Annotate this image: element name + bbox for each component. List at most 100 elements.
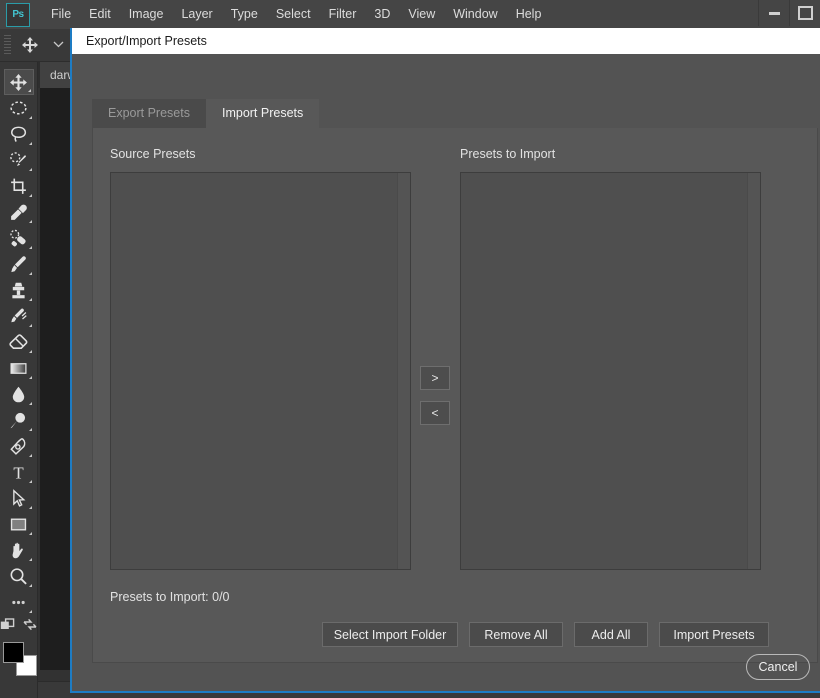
select-import-folder-label: Select Import Folder (333, 627, 447, 642)
menu-item-image[interactable]: Image (120, 0, 173, 29)
select-import-folder-button[interactable]: Select Import Folder (322, 622, 458, 647)
maximize-button[interactable] (789, 0, 820, 26)
presets-to-import-scrollbar[interactable] (747, 173, 760, 569)
menu-item-select[interactable]: Select (267, 0, 320, 29)
tool-corner-icon (28, 480, 32, 483)
dodge-tool[interactable] (4, 407, 34, 433)
presets-to-import-label: Presets to Import (460, 147, 556, 161)
tool-corner-icon (28, 402, 32, 405)
tool-corner-icon (28, 246, 32, 249)
tab-export-presets-label: Export Presets (108, 106, 190, 120)
tool-corner-icon (28, 454, 32, 457)
tools-panel: T (0, 62, 38, 698)
tool-corner-icon (28, 116, 32, 119)
presets-count-status: Presets to Import: 0/0 (110, 590, 230, 604)
color-swatches (2, 642, 37, 676)
remove-all-button[interactable]: Remove All (469, 622, 563, 647)
window-controls (758, 0, 820, 29)
path-selection-tool[interactable] (4, 485, 34, 511)
move-left-button[interactable]: < (420, 401, 450, 425)
tool-corner-icon (28, 558, 32, 561)
remove-all-label: Remove All (484, 627, 548, 642)
tool-corner-icon (28, 298, 32, 301)
options-bar-grip[interactable] (4, 35, 11, 55)
menu-bar: Ps File Edit Image Layer Type Select Fil… (0, 0, 820, 29)
tool-corner-icon (28, 376, 32, 379)
move-tool-icon[interactable] (17, 32, 43, 58)
dialog-title: Export/Import Presets (86, 34, 207, 48)
photoshop-logo-icon: Ps (6, 2, 30, 27)
minimize-icon (768, 11, 780, 15)
photoshop-logo-label: Ps (12, 9, 24, 20)
lasso-tool[interactable] (4, 121, 34, 147)
tool-preset-chevron-icon[interactable] (53, 39, 64, 51)
import-presets-label: Import Presets (673, 627, 755, 642)
quick-selection-tool[interactable] (4, 147, 34, 173)
quick-mask-icon[interactable] (0, 617, 16, 636)
menu-item-filter[interactable]: Filter (320, 0, 366, 29)
blur-tool[interactable] (4, 381, 34, 407)
tool-corner-icon (28, 532, 32, 535)
tool-corner-icon (28, 506, 32, 509)
history-brush-tool[interactable] (4, 303, 34, 329)
foreground-color-swatch[interactable] (2, 642, 24, 663)
tool-corner-icon (28, 194, 32, 197)
dialog-tabs: Export Presets Import Presets (92, 99, 320, 128)
tool-corner-icon (28, 610, 32, 613)
maximize-icon (797, 6, 813, 20)
dialog-title-bar: Export/Import Presets (72, 28, 820, 54)
brush-tool[interactable] (4, 251, 34, 277)
hand-tool[interactable] (4, 537, 34, 563)
tab-export-presets[interactable]: Export Presets (92, 99, 206, 128)
tool-corner-icon (28, 428, 32, 431)
menu-item-3d[interactable]: 3D (365, 0, 399, 29)
mode-icons-row (0, 617, 38, 636)
zoom-tool[interactable] (4, 563, 34, 589)
add-all-button[interactable]: Add All (574, 622, 648, 647)
dialog-body: Export Presets Import Presets Source Pre… (72, 54, 820, 691)
add-all-label: Add All (591, 627, 631, 642)
menu-item-type[interactable]: Type (222, 0, 267, 29)
eraser-tool[interactable] (4, 329, 34, 355)
gradient-tool[interactable] (4, 355, 34, 381)
crop-tool[interactable] (4, 173, 34, 199)
type-tool[interactable]: T (4, 459, 34, 485)
minimize-button[interactable] (758, 0, 789, 26)
photoshop-app-window: » darw Ps File Edit Image Layer Type Se (0, 0, 820, 698)
svg-text:T: T (13, 463, 24, 482)
source-presets-listbox[interactable] (110, 172, 411, 570)
source-presets-label: Source Presets (110, 147, 196, 161)
edit-toolbar-button[interactable] (4, 589, 34, 615)
cancel-button[interactable]: Cancel (746, 654, 810, 680)
tab-import-presets[interactable]: Import Presets (205, 99, 320, 128)
import-presets-button[interactable]: Import Presets (659, 622, 769, 647)
presets-to-import-listbox[interactable] (460, 172, 761, 570)
move-left-label: < (431, 406, 439, 420)
menu-item-layer[interactable]: Layer (172, 0, 221, 29)
cancel-label: Cancel (758, 660, 798, 674)
rectangle-tool[interactable] (4, 511, 34, 537)
source-presets-scrollbar[interactable] (397, 173, 410, 569)
pen-tool[interactable] (4, 433, 34, 459)
tool-corner-icon (28, 168, 32, 171)
export-import-presets-dialog: Export/Import Presets Export Presets Imp… (70, 28, 820, 693)
tool-corner-icon (28, 272, 32, 275)
tool-corner-icon (28, 350, 32, 353)
screen-mode-icon[interactable] (22, 617, 38, 636)
tool-corner-icon (28, 584, 32, 587)
menu-item-view[interactable]: View (399, 0, 444, 29)
menu-item-file[interactable]: File (42, 0, 80, 29)
move-right-button[interactable]: > (420, 366, 450, 390)
menu-item-help[interactable]: Help (507, 0, 551, 29)
eyedropper-tool[interactable] (4, 199, 34, 225)
tab-import-presets-label: Import Presets (221, 106, 304, 120)
menu-item-edit[interactable]: Edit (80, 0, 120, 29)
tool-corner-icon (27, 89, 31, 92)
move-tool[interactable] (3, 69, 34, 95)
clone-stamp-tool[interactable] (4, 277, 34, 303)
elliptical-marquee-tool[interactable] (4, 95, 34, 121)
menu-item-window[interactable]: Window (444, 0, 506, 29)
import-presets-panel: Source Presets Presets to Import > < Pre… (92, 128, 818, 663)
tool-corner-icon (28, 220, 32, 223)
spot-healing-brush-tool[interactable] (4, 225, 34, 251)
